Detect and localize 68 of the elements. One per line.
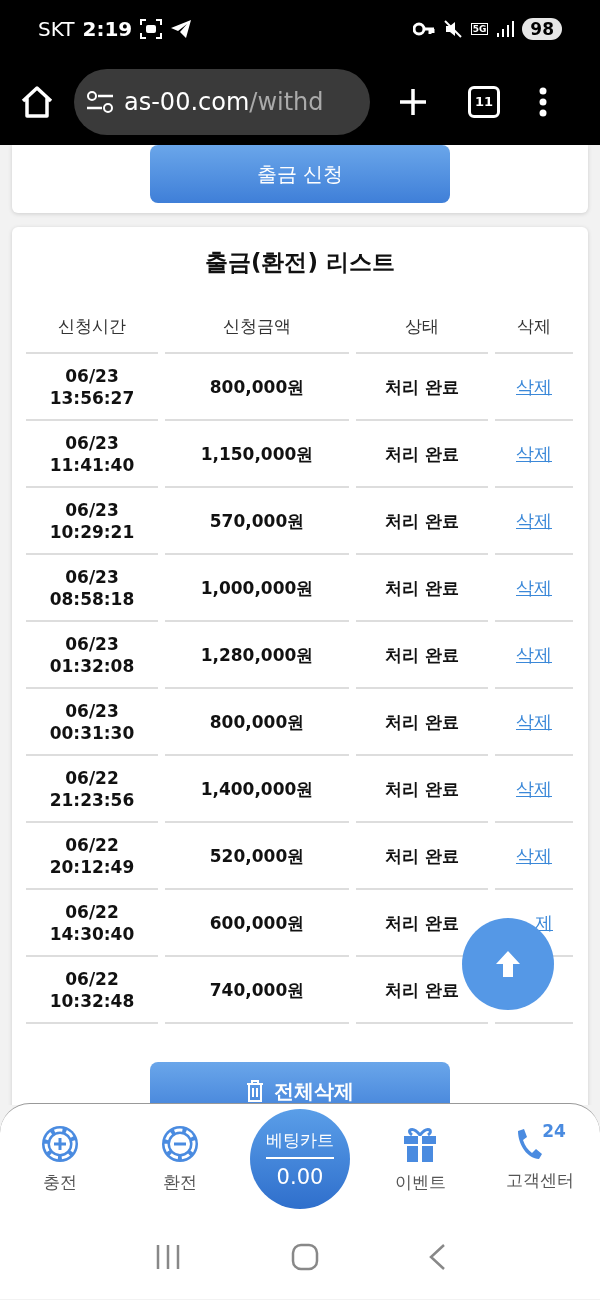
key-icon [412,22,435,36]
status-cell: 처리 완료 [356,622,488,689]
url-host: as-00.com [124,87,250,116]
list-title: 출금(환전) 리스트 [204,248,396,277]
amount-cell: 1,150,000원 [165,421,349,488]
amount-cell: 800,000원 [165,689,349,756]
delete-all-button[interactable]: 전체삭제 [150,1062,450,1105]
status-cell: 처리 완료 [356,488,488,555]
status-cell: 처리 완료 [356,756,488,823]
amount-cell: 520,000원 [165,823,349,890]
nav-item[interactable]: 환전 [120,1124,240,1194]
plus-icon[interactable] [398,86,428,117]
network-badge: 5G [470,23,489,35]
request-time: 06/23 13:56:27 [26,354,158,421]
back-icon[interactable] [427,1242,446,1271]
status-cell: 처리 완료 [356,421,488,488]
delete-link[interactable]: 삭제 [516,643,552,666]
delete-link[interactable]: 삭제 [516,844,552,867]
withdraw-request-button[interactable]: 출금 신청 [150,145,450,203]
request-time: 06/22 10:32:48 [26,957,158,1024]
menu-icon[interactable] [538,86,548,117]
nav-item[interactable]: 충전 [0,1124,120,1194]
minus-chip-icon [161,1124,199,1163]
request-time: 06/23 11:41:40 [26,421,158,488]
clock: 2:19 [82,17,133,41]
url-path: /withd [249,87,324,116]
request-time: 06/22 20:12:49 [26,823,158,890]
status-cell: 처리 완료 [356,354,488,421]
carrier-name: SKT [38,17,75,41]
nav-item[interactable]: 이벤트 [360,1124,480,1194]
delete-link[interactable]: 삭제 [516,509,552,532]
request-time: 06/23 10:29:21 [26,488,158,555]
amount-cell: 1,280,000원 [165,622,349,689]
amount-cell: 800,000원 [165,354,349,421]
request-time: 06/23 08:58:18 [26,555,158,622]
delete-link[interactable]: 삭제 [516,576,552,599]
amount-cell: 1,000,000원 [165,555,349,622]
request-time: 06/23 00:31:30 [26,689,158,756]
request-time: 06/23 01:32:08 [26,622,158,689]
site-settings-icon[interactable] [86,90,114,113]
delete-link[interactable]: 삭제 [516,777,552,800]
tab-count-button[interactable]: 11 [468,85,500,118]
delete-link[interactable]: 삭제 [516,710,552,733]
signal-icon [496,20,515,38]
request-time: 06/22 14:30:40 [26,890,158,957]
paper-plane-icon [170,19,193,39]
status-cell: 처리 완료 [356,555,488,622]
column-header: 신청금액 [165,300,349,354]
betting-cart-button[interactable]: 베팅카트 0.00 [250,1109,350,1209]
status-cell: 처리 완료 [356,689,488,756]
up-arrow-icon [495,950,521,978]
amount-cell: 570,000원 [165,488,349,555]
amount-cell: 600,000원 [165,890,349,957]
battery-level: 98 [522,18,562,40]
plus-chip-icon [41,1124,79,1163]
column-header: 신청시간 [26,300,158,354]
mute-icon [442,19,463,39]
delete-link[interactable]: 삭제 [516,442,552,465]
screenshot-icon [140,19,163,39]
column-header: 상태 [356,300,488,354]
column-header: 삭제 [495,300,573,354]
request-time: 06/22 21:23:56 [26,756,158,823]
amount-cell: 1,400,000원 [165,756,349,823]
amount-cell: 740,000원 [165,957,349,1024]
status-cell: 처리 완료 [356,823,488,890]
delete-link[interactable]: 삭제 [516,375,552,398]
delete-link[interactable]: 제 [535,911,553,934]
address-bar[interactable]: as-00.com/withd [74,68,370,135]
